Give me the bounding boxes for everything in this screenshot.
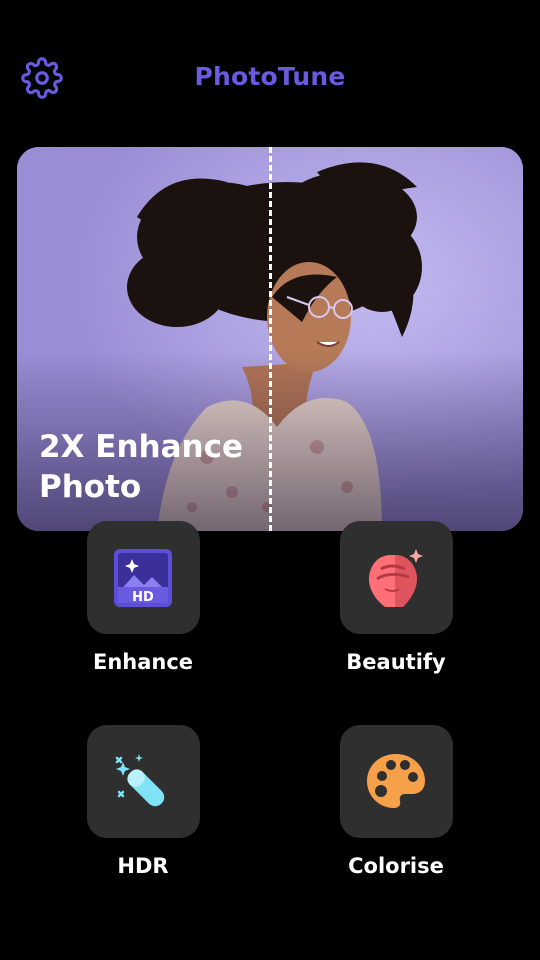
beautify-label: Beautify <box>346 650 446 674</box>
banner-title-line-2: Photo <box>39 469 142 505</box>
enhance-label: Enhance <box>92 650 194 674</box>
enhance-tile[interactable]: HD Enhance <box>63 521 223 674</box>
enhance-photo-banner[interactable]: 2X Enhance Photo <box>17 147 523 531</box>
home-screen: PhotoTune 2X Enhance Photo HD Enhance Be… <box>0 0 540 960</box>
hd-image-icon: HD <box>114 548 172 607</box>
banner-title-line-1: 2X Enhance <box>39 429 243 465</box>
colorise-icon-box <box>339 725 453 838</box>
hdr-tile[interactable]: HDR <box>63 725 223 878</box>
svg-text:HD: HD <box>132 590 154 605</box>
palette-icon <box>367 753 425 808</box>
hdr-label: HDR <box>117 854 169 878</box>
face-sparkle-icon <box>369 548 423 607</box>
app-title: PhotoTune <box>194 62 346 91</box>
banner-title: 2X Enhance Photo <box>39 427 299 507</box>
magic-wand-icon <box>115 753 165 806</box>
beautify-tile[interactable]: Beautify <box>316 521 476 674</box>
colorise-tile[interactable]: Colorise <box>316 725 476 878</box>
colorise-label: Colorise <box>348 854 444 878</box>
beautify-icon-box <box>339 521 453 634</box>
hdr-icon-box <box>86 725 200 838</box>
enhance-icon-box: HD <box>86 521 200 634</box>
